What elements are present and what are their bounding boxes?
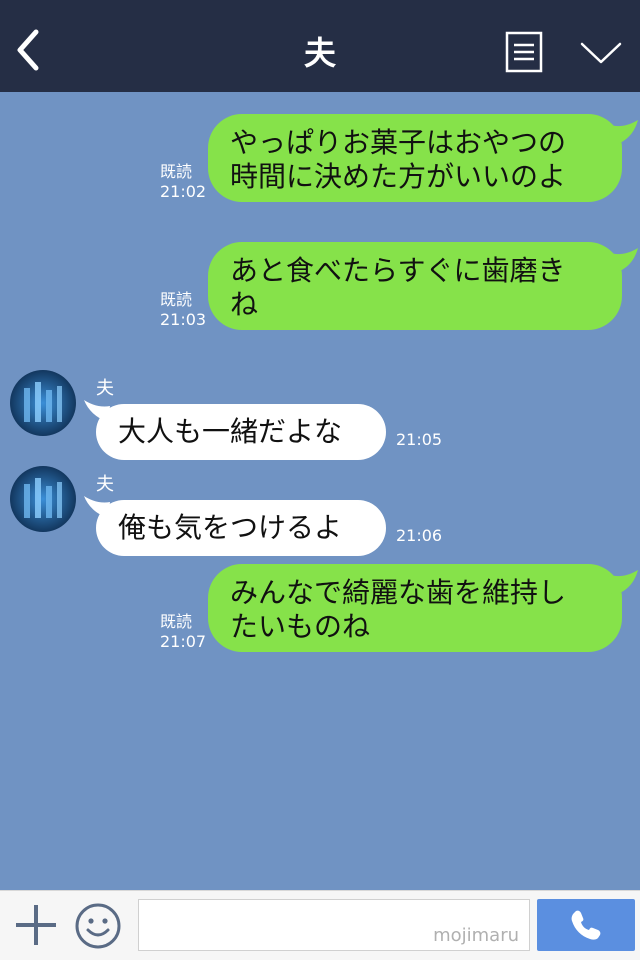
message-bubble[interactable]: あと食べたらすぐに歯磨き ね: [208, 242, 622, 330]
chat-header: 夫: [0, 0, 640, 92]
message-meta: 既読 21:07: [160, 612, 206, 652]
watermark-text: mojimaru: [433, 925, 519, 946]
message-time: 21:05: [396, 430, 443, 449]
message-time: 21:02: [160, 182, 207, 201]
read-label: 既読: [160, 290, 193, 309]
message-text: 俺も気をつけるよ: [118, 511, 343, 544]
message-meta: 既読 21:03: [160, 290, 206, 330]
message-text: みんなで綺麗な歯を維持し たいものね: [230, 576, 567, 643]
message-time: 21:07: [160, 632, 207, 651]
sender-name: 夫: [96, 378, 114, 399]
message-bubble[interactable]: やっぱりお菓子はおやつの 時間に決めた方がいいのよ: [208, 114, 622, 202]
note-icon[interactable]: [504, 30, 544, 74]
message-list: 既読 21:02 やっぱりお菓子はおやつの 時間に決めた方がいいのよ 既読 21…: [0, 92, 640, 890]
message-text: 大人も一緒だよな: [118, 415, 343, 448]
message-time: 21:06: [396, 526, 443, 545]
message-bubble[interactable]: 大人も一緒だよな: [96, 404, 386, 460]
call-button[interactable]: [537, 899, 635, 951]
message-input[interactable]: mojimaru: [138, 899, 530, 951]
message-meta: 既読 21:02: [160, 162, 206, 202]
input-bar: mojimaru: [0, 890, 640, 960]
bubble-tail: [608, 570, 638, 596]
message-text: あと食べたらすぐに歯磨き ね: [230, 254, 566, 321]
message-bubble[interactable]: 俺も気をつけるよ: [96, 500, 386, 556]
sender-name: 夫: [96, 474, 114, 495]
phone-icon: [571, 910, 601, 940]
bubble-tail: [608, 248, 638, 274]
smile-icon[interactable]: [74, 902, 122, 950]
read-label: 既読: [160, 162, 193, 181]
avatar[interactable]: [10, 466, 76, 532]
message-time: 21:03: [160, 310, 207, 329]
read-label: 既読: [160, 612, 193, 631]
bubble-tail: [608, 120, 638, 146]
message-text: やっぱりお菓子はおやつの 時間に決めた方がいいのよ: [230, 126, 567, 193]
chevron-down-icon[interactable]: [578, 34, 624, 70]
avatar[interactable]: [10, 370, 76, 436]
plus-icon[interactable]: [14, 903, 58, 947]
chat-title: 夫: [303, 34, 336, 72]
message-bubble[interactable]: みんなで綺麗な歯を維持し たいものね: [208, 564, 622, 652]
